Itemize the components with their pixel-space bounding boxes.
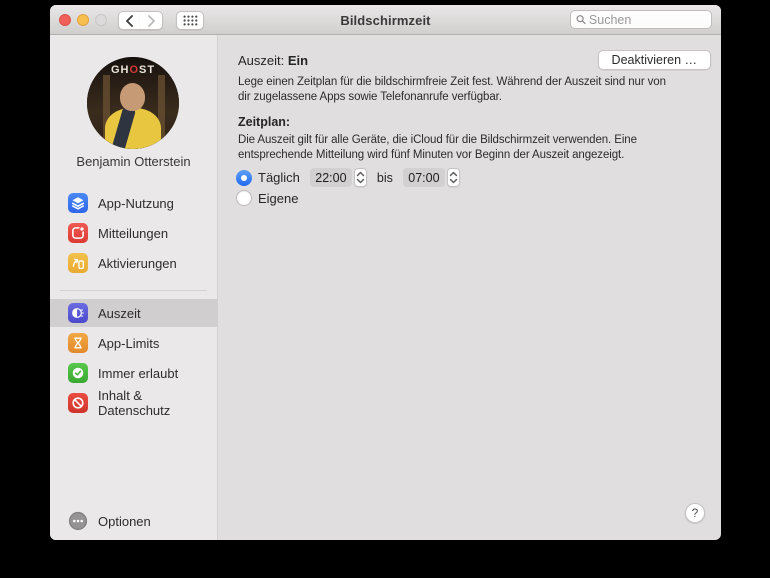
- sidebar-item-app-nutzung[interactable]: App-Nutzung: [50, 189, 217, 217]
- radio-daily-label: Täglich: [258, 170, 300, 185]
- sidebar-item-label: Aktivierungen: [98, 255, 177, 271]
- time-to-field[interactable]: [402, 168, 445, 187]
- time-from-field[interactable]: [309, 168, 352, 187]
- sidebar-item-inhalt-datenschutz[interactable]: Inhalt & Datenschutz: [50, 388, 217, 418]
- ellipsis-circle-icon: [68, 511, 88, 531]
- avatar-face: [120, 83, 145, 111]
- sidebar-item-mitteilungen[interactable]: Mitteilungen: [50, 219, 217, 247]
- hourglass-icon: [68, 333, 88, 353]
- deactivate-button[interactable]: Deaktivieren …: [597, 50, 711, 70]
- sidebar-item-label: Mitteilungen: [98, 225, 169, 241]
- notification-badge-icon: [68, 223, 88, 243]
- time-to-stepper[interactable]: [446, 168, 460, 187]
- seal-check-icon: [68, 363, 88, 383]
- daily-schedule-row: Täglich bis: [236, 168, 460, 187]
- help-button[interactable]: ?: [685, 503, 705, 523]
- time-from-stepper[interactable]: [353, 168, 367, 187]
- stepper-arrows-icon: [356, 171, 365, 184]
- radio-custom[interactable]: [236, 190, 252, 206]
- sidebar-item-label: App-Limits: [98, 335, 160, 351]
- search-icon: [576, 15, 586, 25]
- layers-icon: [68, 193, 88, 213]
- sidebar-item-aktivierungen[interactable]: Aktivierungen: [50, 249, 217, 277]
- prohibition-icon: [68, 393, 88, 413]
- custom-schedule-row: Eigene: [236, 190, 298, 206]
- content-pane: Auszeit: Ein Deaktivieren … Lege einen Z…: [219, 35, 721, 540]
- sidebar-separator: [60, 290, 207, 291]
- radio-custom-label: Eigene: [258, 190, 299, 206]
- sidebar-item-label: Auszeit: [98, 305, 141, 321]
- sidebar-item-auszeit[interactable]: Auszeit: [50, 299, 217, 327]
- status-label: Auszeit:: [238, 53, 285, 68]
- search-input[interactable]: [588, 12, 706, 27]
- downtime-status: Auszeit: Ein: [238, 53, 308, 68]
- avatar-sign-text: GHOST: [110, 64, 156, 76]
- device-pickup-icon: [68, 253, 88, 273]
- sidebar-item-label: Immer erlaubt: [98, 365, 179, 381]
- status-value: Ein: [287, 53, 309, 68]
- options-label: Optionen: [98, 513, 151, 529]
- search-field[interactable]: [570, 10, 712, 29]
- downtime-description: Lege einen Zeitplan für die bildschirmfr…: [238, 76, 666, 103]
- schedule-heading: Zeitplan:: [238, 115, 291, 129]
- schedule-description: Die Auszeit gilt für alle Geräte, die iC…: [238, 134, 637, 161]
- between-label: bis: [376, 170, 393, 185]
- sidebar-item-label: App-Nutzung: [98, 195, 174, 211]
- radio-daily[interactable]: [236, 169, 252, 186]
- user-name: Benjamin Otterstein: [76, 154, 191, 169]
- user-avatar[interactable]: GHOST: [87, 57, 179, 149]
- sidebar: GHOST Benjamin Otterstein App-Nutzung Mi…: [50, 35, 218, 540]
- options-button[interactable]: Optionen: [68, 511, 151, 531]
- sidebar-item-immer-erlaubt[interactable]: Immer erlaubt: [50, 359, 217, 387]
- screen-time-window: Bildschirmzeit GHOST Benjamin Otterstein: [50, 5, 721, 540]
- downtime-clock-icon: [68, 303, 88, 323]
- sidebar-item-label: Inhalt & Datenschutz: [98, 388, 171, 418]
- sidebar-item-app-limits[interactable]: App-Limits: [50, 329, 217, 357]
- title-bar: Bildschirmzeit: [50, 5, 721, 35]
- stepper-arrows-icon: [449, 171, 458, 184]
